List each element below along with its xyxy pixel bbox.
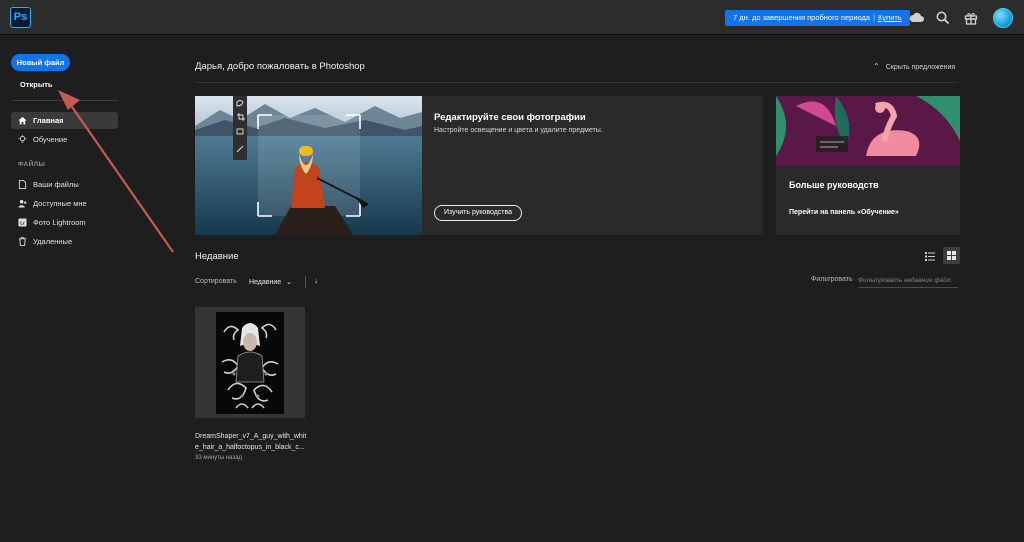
trial-text: 7 дн. до завершения пробного периода xyxy=(733,13,871,22)
avatar[interactable] xyxy=(993,8,1013,28)
header-divider xyxy=(195,82,958,83)
top-bar: Ps 7 дн. до завершения пробного периода |… xyxy=(0,0,1024,35)
lightroom-icon: Lr xyxy=(18,218,27,227)
sidebar-item-learn[interactable]: Обучение xyxy=(11,131,118,148)
chevron-up-icon: ⌃ xyxy=(873,62,880,71)
open-button[interactable]: Открыть xyxy=(20,80,53,89)
home-icon xyxy=(18,116,27,125)
sidebar-item-shared[interactable]: Доступные мне xyxy=(11,195,118,212)
sidebar-divider xyxy=(11,100,118,101)
sidebar: Новый файл Открыть Главная Обучение ФАЙЛ… xyxy=(0,36,128,542)
list-view-icon[interactable] xyxy=(923,249,937,263)
recent-file-time: 33 минуты назад xyxy=(195,455,243,461)
explore-tutorials-button[interactable]: Изучить руководства xyxy=(434,205,522,221)
gift-icon[interactable] xyxy=(963,10,979,26)
flamingo-image xyxy=(776,96,960,166)
search-icon[interactable] xyxy=(935,10,951,26)
go-to-learn-link[interactable]: Перейти на панель «Обучение» xyxy=(789,209,899,216)
files-section-header: ФАЙЛЫ xyxy=(18,161,46,168)
grid-view-icon xyxy=(947,251,956,260)
sort-dropdown[interactable]: Недавние ⌄ xyxy=(249,278,292,286)
more-tutorials-card[interactable]: Больше руководств Перейти на панель «Обу… xyxy=(776,96,960,235)
trash-icon xyxy=(18,237,27,246)
trial-separator: | xyxy=(873,13,876,22)
hide-suggestions-button[interactable]: ⌃ Скрыть предложения xyxy=(873,62,955,71)
chevron-down-icon: ⌄ xyxy=(286,279,293,286)
grid-view-button[interactable] xyxy=(943,247,960,264)
filter-label: Фильтровать xyxy=(811,276,853,283)
hero-image xyxy=(195,96,422,235)
hero-title: Редактируйте свои фотографии xyxy=(434,112,586,123)
sort-label: Сортировать xyxy=(195,278,237,285)
recent-file-name[interactable]: DreamShaper_v7_A_guy_with_white_hair_a_h… xyxy=(195,432,310,453)
sidebar-item-label: Фото Lightroom xyxy=(33,218,86,227)
sort-value: Недавние xyxy=(249,279,282,286)
new-file-button[interactable]: Новый файл xyxy=(11,54,70,71)
file-icon xyxy=(18,180,27,189)
octopus-portrait-illustration xyxy=(216,312,284,414)
sidebar-item-deleted[interactable]: Удаленные xyxy=(11,233,118,250)
sidebar-item-label: Ваши файлы xyxy=(33,180,79,189)
sidebar-item-label: Главная xyxy=(33,116,64,125)
cloud-icon[interactable] xyxy=(909,10,925,26)
shared-user-icon xyxy=(18,199,27,208)
svg-text:Lr: Lr xyxy=(20,221,25,226)
sidebar-item-lightroom[interactable]: Lr Фото Lightroom xyxy=(11,214,118,231)
trial-banner: 7 дн. до завершения пробного периода | Куп… xyxy=(725,10,910,26)
sidebar-item-label: Доступные мне xyxy=(33,199,87,208)
sidebar-item-label: Обучение xyxy=(33,135,68,144)
lightbulb-icon xyxy=(18,135,27,143)
hero-subtitle: Настройте освещение и цвета и удалите пр… xyxy=(434,127,603,134)
file-preview-image xyxy=(216,312,284,414)
hide-suggestions-label: Скрыть предложения xyxy=(885,64,956,71)
sidebar-item-home[interactable]: Главная xyxy=(11,112,118,129)
welcome-heading: Дарья, добро пожаловать в Photoshop xyxy=(195,61,365,72)
lake-kayak-illustration xyxy=(195,96,422,235)
more-tutorials-title: Больше руководств xyxy=(789,180,879,190)
buy-link[interactable]: Купить xyxy=(878,13,902,22)
recent-heading: Недавние xyxy=(195,251,239,262)
recent-file-thumbnail[interactable] xyxy=(195,307,305,418)
filter-input[interactable] xyxy=(858,273,958,288)
sidebar-item-label: Удаленные xyxy=(33,237,73,246)
photoshop-logo[interactable]: Ps xyxy=(10,7,31,28)
edit-photos-card: Редактируйте свои фотографии Настройте о… xyxy=(195,96,763,235)
flamingo-illustration xyxy=(776,96,960,166)
sidebar-item-your-files[interactable]: Ваши файлы xyxy=(11,176,118,193)
sort-divider xyxy=(305,276,306,288)
sort-direction-icon[interactable]: ↓ xyxy=(314,276,318,285)
